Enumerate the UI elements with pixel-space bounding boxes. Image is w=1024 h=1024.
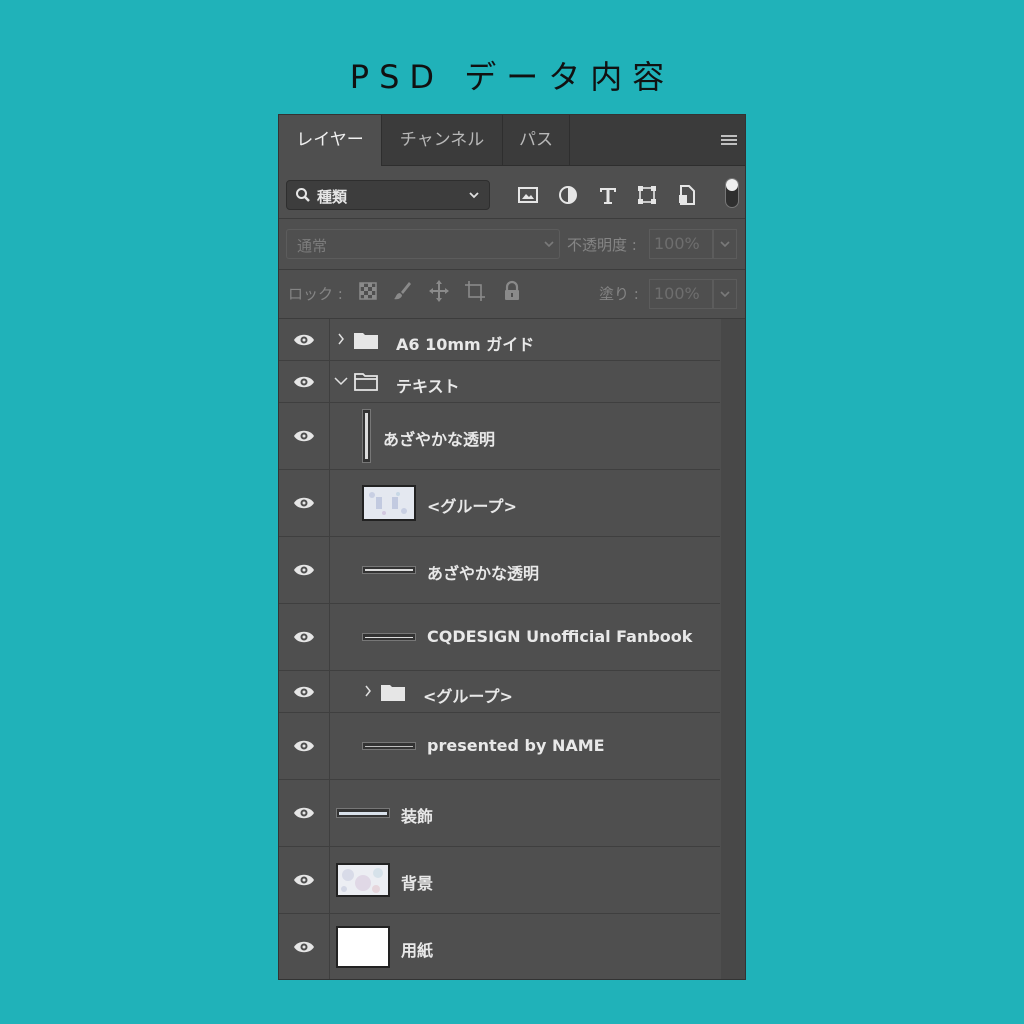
eye-icon[interactable]	[293, 333, 315, 347]
folder-icon	[381, 685, 405, 701]
search-icon	[296, 188, 310, 202]
eye-icon[interactable]	[293, 739, 315, 753]
visibility-column	[279, 361, 330, 402]
move-icon[interactable]	[429, 280, 449, 302]
type-filter-icon[interactable]	[597, 184, 619, 206]
layer-name: あざやかな透明	[383, 430, 496, 449]
layer-name: CQDESIGN Unofficial Fanbook	[427, 627, 693, 646]
layer-name: あざやかな透明	[427, 564, 540, 583]
visibility-column	[279, 403, 330, 469]
layer-thumbnail	[362, 485, 416, 521]
layer-row[interactable]: テキスト	[279, 361, 720, 403]
blend-mode-select[interactable]: 通常	[286, 229, 560, 259]
layer-row[interactable]: 装飾	[279, 780, 720, 847]
layer-thumbnail	[362, 633, 416, 641]
pattern-thumbnail-icon	[364, 487, 414, 519]
layer-name: テキスト	[396, 377, 460, 396]
filter-toggle-switch[interactable]	[725, 178, 739, 208]
artboard-lock-icon[interactable]	[465, 280, 485, 302]
tab-channels[interactable]: チャンネル	[382, 115, 503, 165]
layer-row[interactable]: A6 10mm ガイド	[279, 319, 720, 361]
folder-icon	[354, 333, 378, 349]
layer-row[interactable]: あざやかな透明	[279, 403, 720, 470]
opacity-input[interactable]: 100%	[649, 229, 713, 259]
filter-kind-label: 種類	[317, 188, 348, 206]
layer-thumbnail	[362, 409, 371, 463]
eye-icon[interactable]	[293, 940, 315, 954]
folder-open-icon	[354, 373, 378, 391]
visibility-column	[279, 604, 330, 670]
visibility-column	[279, 847, 330, 913]
fill-dropdown[interactable]	[713, 279, 737, 309]
layer-thumbnail	[336, 926, 390, 968]
layer-name: <グループ>	[423, 687, 513, 706]
blend-mode-value: 通常	[297, 237, 328, 255]
chevron-down-icon	[720, 241, 730, 248]
layer-thumbnail	[336, 863, 390, 897]
visibility-column	[279, 671, 330, 712]
lock-label: ロック :	[288, 285, 343, 303]
eye-icon[interactable]	[293, 873, 315, 887]
fill-input[interactable]: 100%	[649, 279, 713, 309]
layer-thumbnail	[362, 566, 416, 574]
image-filter-icon[interactable]	[517, 184, 539, 206]
opacity-dropdown[interactable]	[713, 229, 737, 259]
shape-filter-icon[interactable]	[636, 184, 658, 206]
smart-object-filter-icon[interactable]	[676, 184, 698, 206]
layer-row[interactable]: 背景	[279, 847, 720, 914]
layer-thumbnail	[362, 742, 416, 750]
layers-list: A6 10mm ガイド テキスト あざやかな透明 <グループ> あざやかな透明 …	[279, 319, 720, 979]
panel-menu-icon[interactable]	[721, 135, 737, 147]
chevron-down-icon	[720, 291, 730, 298]
visibility-column	[279, 537, 330, 603]
layer-name: 用紙	[401, 941, 434, 960]
blend-row: 通常 不透明度 : 100%	[279, 219, 745, 270]
panel-tab-bar: レイヤー チャンネル パス	[279, 115, 745, 166]
tab-paths[interactable]: パス	[503, 115, 570, 165]
eye-icon[interactable]	[293, 630, 315, 644]
eye-icon[interactable]	[293, 806, 315, 820]
layer-row[interactable]: <グループ>	[279, 470, 720, 537]
eye-icon[interactable]	[293, 563, 315, 577]
layer-name: A6 10mm ガイド	[396, 335, 535, 354]
lock-row: ロック : 塗り : 100%	[279, 270, 745, 319]
adjustment-filter-icon[interactable]	[557, 184, 579, 206]
background-texture-icon	[338, 865, 388, 895]
lock-icon[interactable]	[502, 280, 522, 302]
layer-row[interactable]: presented by NAME	[279, 713, 720, 780]
layer-row[interactable]: あざやかな透明	[279, 537, 720, 604]
visibility-column	[279, 713, 330, 779]
chevron-down-icon	[469, 192, 479, 199]
chevron-down-icon	[544, 241, 554, 248]
visibility-column	[279, 914, 330, 979]
layer-row[interactable]: 用紙	[279, 914, 720, 979]
brush-icon[interactable]	[392, 280, 412, 302]
layer-row[interactable]: CQDESIGN Unofficial Fanbook	[279, 604, 720, 671]
layers-panel: レイヤー チャンネル パス 種類 通常 不透明度: 100% ロック: 塗り…	[278, 114, 746, 980]
filter-row: 種類	[279, 166, 745, 219]
visibility-column	[279, 780, 330, 846]
eye-icon[interactable]	[293, 496, 315, 510]
eye-icon[interactable]	[293, 429, 315, 443]
layers-scrollbar[interactable]	[721, 319, 745, 979]
chevron-down-icon[interactable]	[334, 375, 348, 387]
chevron-right-icon[interactable]	[336, 333, 346, 345]
fill-label: 塗り :	[599, 285, 639, 303]
layer-name: 装飾	[401, 807, 434, 826]
opacity-label: 不透明度 :	[567, 236, 637, 254]
chevron-right-icon[interactable]	[363, 685, 373, 697]
layer-row[interactable]: <グループ>	[279, 671, 720, 713]
layer-name: 背景	[401, 874, 434, 893]
layer-thumbnail	[336, 808, 390, 818]
filter-kind-select[interactable]: 種類	[286, 180, 490, 210]
visibility-column	[279, 319, 330, 360]
lock-transparent-pixels-icon[interactable]	[358, 280, 378, 302]
eye-icon[interactable]	[293, 375, 315, 389]
page-title: PSD データ内容	[349, 58, 675, 96]
tab-layers[interactable]: レイヤー	[279, 115, 382, 166]
visibility-column	[279, 470, 330, 536]
layer-name: presented by NAME	[427, 736, 605, 755]
layer-name: <グループ>	[427, 497, 517, 516]
eye-icon[interactable]	[293, 685, 315, 699]
